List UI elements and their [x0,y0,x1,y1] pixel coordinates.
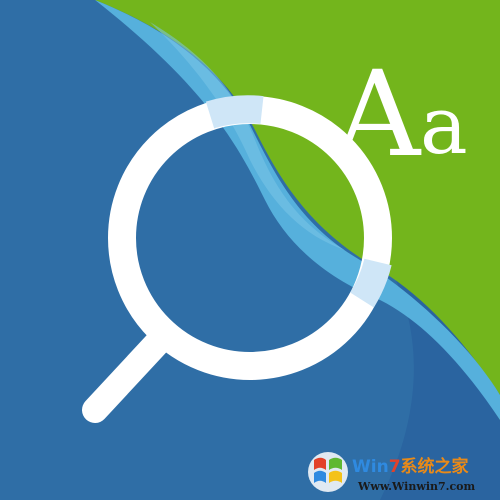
magnifier-highlight-right [349,258,392,308]
font-glyph-upper: A [334,45,422,183]
watermark-title-seven: 7 [389,457,401,477]
watermark-title: Win7系统之家 [352,456,469,477]
icon-canvas: A a Win7系统之家 Www.Winwin7.com [0,0,500,500]
dictionary-app-icon: A a Win7系统之家 Www.Winwin7.com [0,0,500,500]
font-glyph-lower: a [420,79,468,172]
watermark-title-win: Win [352,457,389,477]
windows-logo-icon [308,452,348,492]
watermark-url: Www.Winwin7.com [357,480,476,493]
magnifier-highlight-top [205,95,264,129]
watermark-title-cn: 系统之家 [401,456,469,477]
